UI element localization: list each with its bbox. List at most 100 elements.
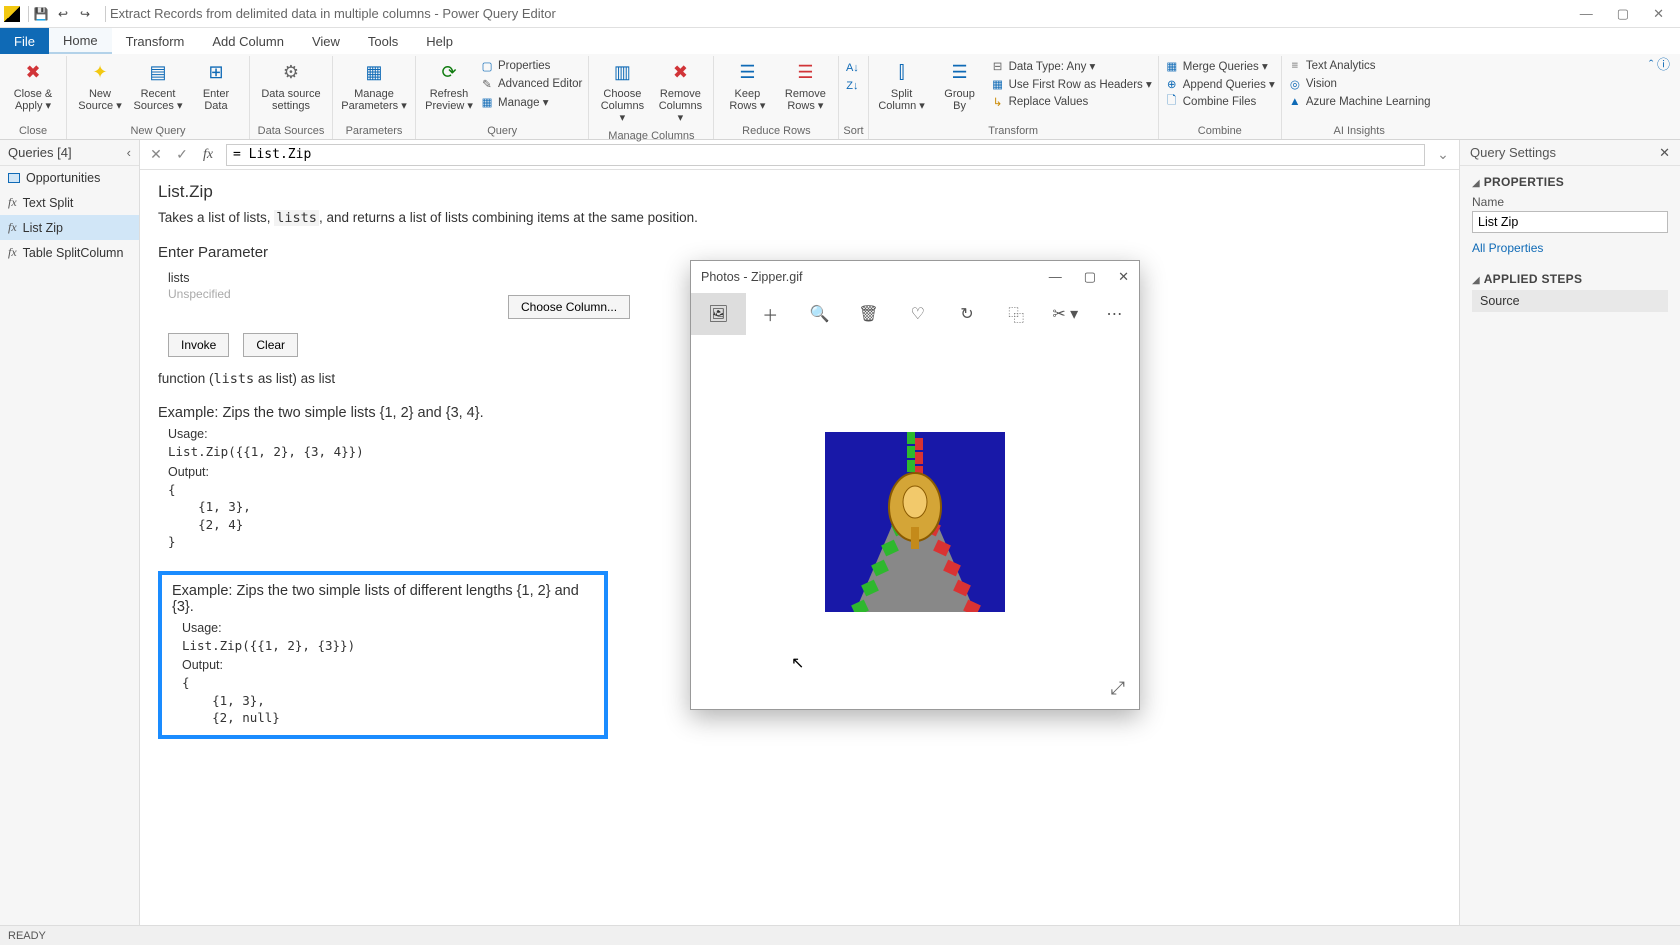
- group-combine: Combine: [1159, 123, 1281, 139]
- queries-pane: Queries [4] ‹ Opportunities fxText Split…: [0, 140, 140, 925]
- maximize-icon[interactable]: ▢: [1084, 269, 1096, 285]
- redo-icon[interactable]: ↪: [77, 6, 93, 22]
- undo-icon[interactable]: ↩: [55, 6, 71, 22]
- group-sort: Sort: [839, 123, 867, 139]
- cancel-formula-icon[interactable]: ✕: [148, 146, 164, 163]
- recent-sources-button[interactable]: ▤Recent Sources ▾: [131, 58, 185, 114]
- combine-files-button[interactable]: 🗋Combine Files: [1165, 94, 1275, 110]
- tab-help[interactable]: Help: [412, 28, 467, 54]
- replace-values-button[interactable]: ↳Replace Values: [991, 94, 1152, 110]
- close-icon[interactable]: ✕: [1118, 269, 1129, 285]
- query-item-opportunities[interactable]: Opportunities: [0, 166, 139, 190]
- clear-button[interactable]: Clear: [243, 333, 298, 357]
- ribbon-help-icon[interactable]: ˆ ⓘ: [1649, 54, 1670, 73]
- collapse-queries-icon[interactable]: ‹: [127, 145, 131, 160]
- function-title: List.Zip: [158, 182, 1441, 202]
- enter-data-button[interactable]: ⊞Enter Data: [189, 58, 243, 114]
- manage-button[interactable]: ▦Manage ▾: [480, 94, 582, 110]
- remove-columns-button[interactable]: ✖Remove Columns ▾: [653, 58, 707, 126]
- invoke-button[interactable]: Invoke: [168, 333, 229, 357]
- choose-columns-button[interactable]: ▥Choose Columns ▾: [595, 58, 649, 126]
- rotate-icon[interactable]: ↻: [942, 293, 991, 335]
- formula-input[interactable]: [226, 144, 1425, 166]
- more-icon[interactable]: ⋯: [1090, 293, 1139, 335]
- merge-queries-button[interactable]: ▦Merge Queries ▾: [1165, 58, 1275, 74]
- group-new-query: New Query: [67, 123, 249, 139]
- properties-heading: PROPERTIES: [1484, 175, 1564, 189]
- query-item-text-split[interactable]: fxText Split: [0, 190, 139, 215]
- collapse-icon[interactable]: ◢: [1472, 178, 1480, 189]
- fx-icon: fx: [8, 220, 17, 235]
- maximize-icon[interactable]: ▢: [1617, 6, 1629, 22]
- name-label: Name: [1472, 195, 1668, 209]
- example-2-highlighted: Example: Zips the two simple lists of di…: [158, 571, 608, 739]
- zoom-icon[interactable]: 🔍: [795, 293, 844, 335]
- photos-canvas: ⤢ ↖: [691, 335, 1139, 709]
- edit-icon[interactable]: ✂ ▾: [1041, 293, 1090, 335]
- first-row-headers-button[interactable]: ▦Use First Row as Headers ▾: [991, 76, 1152, 92]
- tab-view[interactable]: View: [298, 28, 354, 54]
- sort-desc-button[interactable]: Z↓: [845, 78, 859, 94]
- accept-formula-icon[interactable]: ✓: [174, 146, 190, 163]
- group-parameters: Parameters: [333, 123, 415, 139]
- close-icon[interactable]: ✕: [1653, 6, 1664, 22]
- close-settings-icon[interactable]: ✕: [1659, 145, 1670, 161]
- remove-rows-button[interactable]: ☰Remove Rows ▾: [778, 58, 832, 114]
- favorite-icon[interactable]: ♡: [893, 293, 942, 335]
- status-bar: READY: [0, 925, 1680, 945]
- group-close: Close: [0, 123, 66, 139]
- add-icon[interactable]: ＋: [746, 293, 795, 335]
- crop-icon[interactable]: ⿻: [992, 293, 1041, 335]
- delete-icon[interactable]: 🗑: [844, 293, 893, 335]
- fx-icon: fx: [8, 245, 17, 260]
- tab-add-column[interactable]: Add Column: [198, 28, 298, 54]
- formula-bar: ✕ ✓ fx ⌄: [140, 140, 1459, 170]
- step-source[interactable]: Source: [1472, 290, 1668, 312]
- tab-tools[interactable]: Tools: [354, 28, 412, 54]
- collapse-icon[interactable]: ◢: [1472, 275, 1480, 286]
- quick-access-toolbar: 💾 ↩ ↪: [33, 6, 93, 22]
- azure-ml-button[interactable]: ▲Azure Machine Learning: [1288, 94, 1431, 110]
- group-ai-insights: AI Insights: [1282, 123, 1437, 139]
- fullscreen-icon[interactable]: ⤢: [1111, 678, 1125, 699]
- tab-transform[interactable]: Transform: [112, 28, 199, 54]
- fx-icon[interactable]: fx: [200, 147, 216, 163]
- status-text: READY: [8, 930, 46, 942]
- manage-parameters-button[interactable]: ▦Manage Parameters ▾: [339, 58, 409, 114]
- all-properties-link[interactable]: All Properties: [1472, 241, 1668, 255]
- enter-parameter-heading: Enter Parameter: [158, 244, 1441, 261]
- new-source-button[interactable]: ✦New Source ▾: [73, 58, 127, 114]
- close-apply-button[interactable]: ✖Close & Apply ▾: [6, 58, 60, 114]
- vision-button[interactable]: ◎Vision: [1288, 76, 1431, 92]
- ribbon-tabs: File Home Transform Add Column View Tool…: [0, 28, 1680, 54]
- text-analytics-button[interactable]: ≡Text Analytics: [1288, 58, 1431, 74]
- properties-button[interactable]: ▢Properties: [480, 58, 582, 74]
- fx-icon: fx: [8, 195, 17, 210]
- titlebar: 💾 ↩ ↪ Extract Records from delimited dat…: [0, 0, 1680, 28]
- keep-rows-button[interactable]: ☰Keep Rows ▾: [720, 58, 774, 114]
- tab-file[interactable]: File: [0, 28, 49, 54]
- expand-formula-icon[interactable]: ⌄: [1435, 146, 1451, 163]
- sort-asc-button[interactable]: A↓: [845, 60, 859, 76]
- save-icon[interactable]: 💾: [33, 6, 49, 22]
- query-settings-pane: Query Settings ✕ ◢ PROPERTIES Name All Pr…: [1460, 140, 1680, 925]
- query-item-list-zip[interactable]: fxList Zip: [0, 215, 139, 240]
- choose-column-button[interactable]: Choose Column...: [508, 295, 630, 319]
- query-name-input[interactable]: [1472, 211, 1668, 233]
- photos-window[interactable]: Photos - Zipper.gif — ▢ ✕ 🖼 ＋ 🔍 🗑 ♡ ↻ ⿻ …: [690, 260, 1140, 710]
- gallery-icon[interactable]: 🖼: [691, 293, 746, 335]
- data-source-settings-button[interactable]: ⚙Data source settings: [256, 58, 326, 114]
- group-by-button[interactable]: ☰Group By: [933, 58, 987, 114]
- tab-home[interactable]: Home: [49, 28, 112, 54]
- split-column-button[interactable]: ⫿Split Column ▾: [875, 58, 929, 114]
- advanced-editor-button[interactable]: ✎Advanced Editor: [480, 76, 582, 92]
- refresh-preview-button[interactable]: ⟳Refresh Preview ▾: [422, 58, 476, 114]
- data-type-button[interactable]: ⊟Data Type: Any ▾: [991, 58, 1152, 74]
- minimize-icon[interactable]: —: [1049, 269, 1062, 285]
- minimize-icon[interactable]: —: [1580, 6, 1593, 22]
- append-queries-button[interactable]: ⊕Append Queries ▾: [1165, 76, 1275, 92]
- query-item-table-splitcolumn[interactable]: fxTable SplitColumn: [0, 240, 139, 265]
- photos-title: Photos - Zipper.gif: [701, 270, 802, 284]
- settings-header: Query Settings: [1470, 145, 1556, 160]
- zipper-image: [825, 432, 1005, 612]
